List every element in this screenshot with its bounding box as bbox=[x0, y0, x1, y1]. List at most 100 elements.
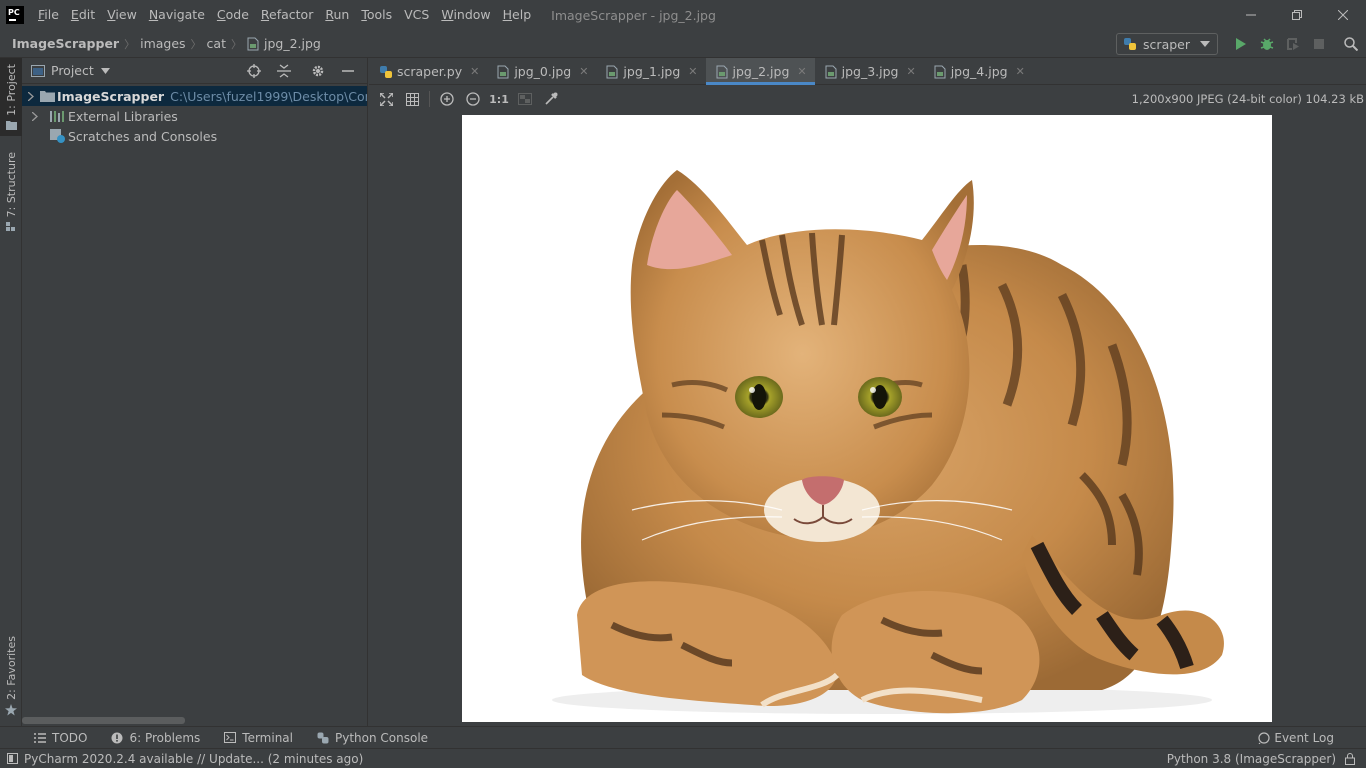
close-tab-icon[interactable]: ✕ bbox=[579, 65, 588, 78]
chessboard-button[interactable] bbox=[512, 86, 538, 112]
minimize-icon bbox=[1246, 14, 1256, 16]
menu-view[interactable]: View bbox=[101, 0, 143, 30]
tool-tab-todo[interactable]: TODO bbox=[32, 731, 87, 745]
tool-tab-favorites[interactable]: 2: Favorites bbox=[0, 636, 22, 716]
restore-window-button[interactable] bbox=[1274, 0, 1320, 30]
terminal-icon bbox=[222, 732, 238, 743]
status-bar: PyCharm 2020.2.4 available // Update... … bbox=[0, 748, 1366, 768]
menu-help[interactable]: Help bbox=[497, 0, 538, 30]
actual-size-button[interactable]: 1:1 bbox=[486, 86, 512, 112]
run-button[interactable] bbox=[1228, 31, 1254, 57]
minimize-window-button[interactable] bbox=[1228, 0, 1274, 30]
tree-item-imagescrapper[interactable]: ImageScrapper C:\Users\fuzel1999\Desktop… bbox=[22, 86, 367, 106]
library-icon bbox=[48, 108, 66, 124]
zoom-out-button[interactable] bbox=[460, 86, 486, 112]
menu-tools[interactable]: Tools bbox=[355, 0, 398, 30]
menu-refactor[interactable]: Refactor bbox=[255, 0, 319, 30]
event-log-icon bbox=[1258, 732, 1270, 744]
tool-tab-todo-label: TODO bbox=[52, 730, 88, 745]
tree-item-path: C:\Users\fuzel1999\Desktop\CompleteD bbox=[170, 88, 367, 104]
close-tab-icon[interactable]: ✕ bbox=[906, 65, 915, 78]
title-bar: PC File Edit View Navigate Code Refactor… bbox=[0, 0, 1366, 30]
project-panel-title[interactable]: Project bbox=[51, 63, 94, 78]
window-title: ImageScrapper - jpg_2.jpg bbox=[551, 7, 716, 23]
menu-file[interactable]: File bbox=[32, 0, 65, 30]
breadcrumb-images[interactable]: images bbox=[140, 36, 185, 51]
tab-jpg-3[interactable]: jpg_3.jpg ✕ bbox=[815, 58, 924, 85]
zoom-in-button[interactable] bbox=[434, 86, 460, 112]
tree-item-external-libraries[interactable]: External Libraries bbox=[22, 106, 367, 126]
window-controls bbox=[1228, 0, 1366, 30]
tool-tab-structure[interactable]: 7: Structure bbox=[0, 152, 22, 232]
chevron-right-icon[interactable] bbox=[28, 91, 34, 101]
status-right: Python 3.8 (ImageScrapper) bbox=[1167, 749, 1356, 768]
status-message[interactable]: PyCharm 2020.2.4 available // Update... … bbox=[24, 752, 363, 766]
breadcrumb-separator-icon: 〉 bbox=[230, 37, 242, 51]
breadcrumb-cat[interactable]: cat bbox=[207, 36, 226, 51]
collapse-all-button[interactable] bbox=[271, 58, 297, 84]
close-tab-icon[interactable]: ✕ bbox=[797, 65, 806, 78]
image-canvas bbox=[462, 115, 1272, 722]
color-picker-icon bbox=[545, 92, 558, 105]
editor-tab-bar: scraper.py ✕ jpg_0.jpg ✕ jpg_1.jpg ✕ jpg… bbox=[369, 58, 1366, 85]
stop-button[interactable] bbox=[1306, 31, 1332, 57]
project-panel: Project ImageScrapper C:\Users\fuzel1999… bbox=[22, 58, 368, 726]
tab-jpg-0[interactable]: jpg_0.jpg ✕ bbox=[487, 58, 596, 85]
fit-zoom-button[interactable] bbox=[373, 86, 399, 112]
breadcrumb-file[interactable]: jpg_2.jpg bbox=[264, 36, 321, 51]
minimize-icon bbox=[342, 70, 354, 72]
panel-settings-button[interactable] bbox=[305, 58, 331, 84]
lock-icon[interactable] bbox=[1344, 753, 1356, 765]
close-window-button[interactable] bbox=[1320, 0, 1366, 30]
close-tab-icon[interactable]: ✕ bbox=[1016, 65, 1025, 78]
hide-panel-button[interactable] bbox=[335, 58, 361, 84]
tool-tab-python-console[interactable]: Python Console bbox=[315, 731, 428, 745]
breadcrumb-separator-icon: 〉 bbox=[124, 37, 136, 51]
menu-run[interactable]: Run bbox=[319, 0, 355, 30]
tab-jpg-1[interactable]: jpg_1.jpg ✕ bbox=[596, 58, 705, 85]
run-configuration-selector[interactable]: scraper bbox=[1116, 33, 1218, 55]
locate-file-button[interactable] bbox=[241, 58, 267, 84]
run-configuration-label: scraper bbox=[1143, 36, 1190, 52]
menu-code[interactable]: Code bbox=[211, 0, 255, 30]
chevron-right-icon[interactable] bbox=[28, 111, 42, 121]
tab-jpg-4[interactable]: jpg_4.jpg ✕ bbox=[924, 58, 1033, 85]
tab-scraper-py[interactable]: scraper.py ✕ bbox=[369, 58, 487, 85]
menu-navigate[interactable]: Navigate bbox=[143, 0, 211, 30]
tree-item-scratches[interactable]: Scratches and Consoles bbox=[22, 126, 367, 146]
locate-icon bbox=[247, 64, 261, 78]
python-interpreter[interactable]: Python 3.8 (ImageScrapper) bbox=[1167, 752, 1336, 766]
chevron-down-icon[interactable] bbox=[100, 67, 110, 74]
folder-icon bbox=[5, 120, 17, 130]
horizontal-scrollbar[interactable] bbox=[22, 717, 185, 724]
toggle-tool-windows-icon[interactable] bbox=[7, 753, 18, 764]
tool-tab-event-log[interactable]: Event Log bbox=[1258, 727, 1334, 749]
close-tab-icon[interactable]: ✕ bbox=[688, 65, 697, 78]
run-with-coverage-button[interactable] bbox=[1280, 31, 1306, 57]
menu-edit[interactable]: Edit bbox=[65, 0, 101, 30]
left-tool-strip: 1: Project 7: Structure 2: Favorites bbox=[0, 58, 22, 726]
menu-window[interactable]: Window bbox=[435, 0, 496, 30]
color-picker-button[interactable] bbox=[538, 86, 564, 112]
menu-vcs[interactable]: VCS bbox=[398, 0, 435, 30]
star-icon bbox=[5, 703, 17, 716]
breadcrumb: ImageScrapper 〉 images 〉 cat 〉 jpg_2.jpg bbox=[12, 36, 321, 52]
zoom-out-icon bbox=[466, 92, 480, 106]
tab-jpg-2[interactable]: jpg_2.jpg ✕ bbox=[705, 58, 815, 85]
tool-tab-terminal[interactable]: Terminal bbox=[222, 731, 293, 745]
breadcrumb-project[interactable]: ImageScrapper bbox=[12, 36, 119, 51]
structure-icon bbox=[6, 221, 15, 231]
project-view-icon bbox=[31, 64, 45, 77]
collapse-icon bbox=[277, 64, 291, 78]
tool-tab-event-log-label: Event Log bbox=[1274, 731, 1334, 745]
project-panel-actions bbox=[241, 58, 361, 84]
navigation-bar: ImageScrapper 〉 images 〉 cat 〉 jpg_2.jpg… bbox=[0, 30, 1366, 58]
search-everywhere-button[interactable] bbox=[1338, 31, 1364, 57]
run-icon bbox=[1236, 38, 1246, 50]
toggle-grid-button[interactable] bbox=[399, 86, 425, 112]
tool-tab-problems[interactable]: 6: Problems bbox=[109, 731, 200, 745]
debug-button[interactable] bbox=[1254, 31, 1280, 57]
pycharm-logo-icon: PC bbox=[6, 6, 24, 24]
tool-tab-project[interactable]: 1: Project bbox=[0, 58, 22, 136]
close-tab-icon[interactable]: ✕ bbox=[470, 65, 479, 78]
